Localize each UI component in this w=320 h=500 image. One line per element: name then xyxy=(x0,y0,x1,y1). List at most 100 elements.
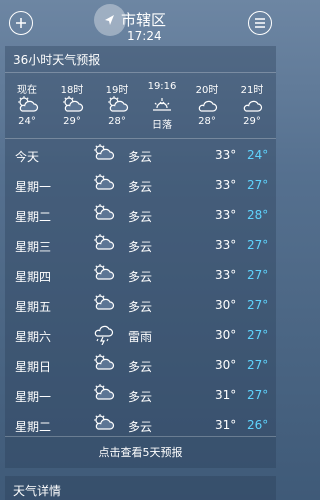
high-temp: 33° xyxy=(215,268,237,282)
hour-temp: 日落 xyxy=(152,120,172,131)
daily-row[interactable]: 星期一 多云 33° 27° xyxy=(5,172,276,202)
high-temp: 30° xyxy=(215,298,237,312)
low-temp: 27° xyxy=(247,328,269,342)
hour-item: 21时 29° xyxy=(230,81,274,127)
divider xyxy=(5,72,276,73)
partly-cloudy-icon xyxy=(91,293,115,315)
day-name: 星期一 xyxy=(15,390,52,404)
partly-cloudy-icon xyxy=(91,383,115,405)
day-name: 星期六 xyxy=(15,330,52,344)
hour-temp: 28° xyxy=(108,116,126,127)
low-temp: 27° xyxy=(247,268,269,282)
hour-label: 现在 xyxy=(17,85,37,96)
hour-label: 19:16 xyxy=(147,81,177,92)
hour-temp: 28° xyxy=(198,116,216,127)
condition-text: 多云 xyxy=(128,360,153,374)
high-temp: 31° xyxy=(215,418,237,432)
partly-cloudy-icon xyxy=(91,173,115,195)
partly-cloudy-icon xyxy=(50,95,94,113)
low-temp: 27° xyxy=(247,298,269,312)
daily-row[interactable]: 星期日 多云 30° 27° xyxy=(5,352,276,382)
day-name: 星期二 xyxy=(15,210,52,224)
forecast-36h-title: 36小时天气预报 xyxy=(13,53,101,67)
forecast-panel: 36小时天气预报 现在 24° 18时 29° 19时 28° 19:16 日落 20时 28° 2… xyxy=(5,46,276,468)
update-time: 17:24 xyxy=(127,29,162,43)
daily-row[interactable]: 星期六 雷雨 30° 27° xyxy=(5,322,276,352)
day-name: 星期日 xyxy=(15,360,52,374)
low-temp: 28° xyxy=(247,208,269,222)
high-temp: 33° xyxy=(215,238,237,252)
day-name: 星期五 xyxy=(15,300,52,314)
partly-cloudy-icon xyxy=(91,203,115,225)
low-temp: 24° xyxy=(247,148,269,162)
high-temp: 33° xyxy=(215,208,237,222)
day-name: 星期二 xyxy=(15,420,52,434)
hour-label: 20时 xyxy=(195,85,219,96)
partly-cloudy-icon xyxy=(91,143,115,165)
divider xyxy=(5,138,276,139)
daily-row[interactable]: 星期二 多云 33° 28° xyxy=(5,202,276,232)
cloudy-night-icon xyxy=(185,95,229,113)
day-name: 星期三 xyxy=(15,240,52,254)
low-temp: 27° xyxy=(247,178,269,192)
high-temp: 30° xyxy=(215,358,237,372)
partly-cloudy-icon xyxy=(91,263,115,285)
high-temp: 31° xyxy=(215,388,237,402)
condition-text: 多云 xyxy=(128,390,153,404)
hour-temp: 29° xyxy=(243,116,261,127)
sunset-icon xyxy=(140,95,184,113)
daily-row[interactable]: 星期一 多云 31° 27° xyxy=(5,382,276,412)
daily-row[interactable]: 星期三 多云 33° 27° xyxy=(5,232,276,262)
high-temp: 30° xyxy=(215,328,237,342)
weather-details-panel[interactable]: 天气详情 xyxy=(5,476,276,500)
cloudy-night-icon xyxy=(230,95,274,113)
day-name: 今天 xyxy=(15,150,40,164)
hamburger-icon xyxy=(255,18,265,28)
hour-label: 18时 xyxy=(60,85,84,96)
low-temp: 26° xyxy=(247,418,269,432)
condition-text: 多云 xyxy=(128,300,153,314)
hour-label: 21时 xyxy=(240,85,264,96)
hour-item: 18时 29° xyxy=(50,81,94,127)
daily-row[interactable]: 星期五 多云 30° 27° xyxy=(5,292,276,322)
low-temp: 27° xyxy=(247,388,269,402)
top-bar: 市辖区 17:24 xyxy=(0,0,281,46)
location-arrow-icon xyxy=(105,15,114,25)
daily-row[interactable]: 今天 多云 33° 24° xyxy=(5,142,276,172)
plus-icon xyxy=(16,18,26,28)
high-temp: 33° xyxy=(215,178,237,192)
daily-row[interactable]: 星期二 多云 31° 26° xyxy=(5,412,276,442)
daily-row[interactable]: 星期四 多云 33° 27° xyxy=(5,262,276,292)
partly-cloudy-icon xyxy=(91,233,115,255)
condition-text: 多云 xyxy=(128,270,153,284)
partly-cloudy-icon xyxy=(91,413,115,435)
divider xyxy=(5,436,276,437)
hour-item: 19时 28° xyxy=(95,81,139,127)
high-temp: 33° xyxy=(215,148,237,162)
condition-text: 多云 xyxy=(128,180,153,194)
low-temp: 27° xyxy=(247,358,269,372)
hour-temp: 29° xyxy=(63,116,81,127)
add-city-button[interactable] xyxy=(9,11,33,35)
partly-cloudy-icon xyxy=(91,353,115,375)
weather-details-title: 天气详情 xyxy=(13,484,62,498)
hour-label: 19时 xyxy=(105,85,129,96)
low-temp: 27° xyxy=(247,238,269,252)
thunderstorm-icon xyxy=(91,323,115,349)
condition-text: 多云 xyxy=(128,150,153,164)
hour-item: 现在 24° xyxy=(5,81,49,127)
partly-cloudy-icon xyxy=(5,95,49,113)
hour-item: 19:16 日落 xyxy=(140,81,184,131)
menu-button[interactable] xyxy=(248,11,272,35)
hour-temp: 24° xyxy=(18,116,36,127)
hour-item: 20时 28° xyxy=(185,81,229,127)
city-name[interactable]: 市辖区 xyxy=(121,9,166,30)
day-name: 星期一 xyxy=(15,180,52,194)
partly-cloudy-icon xyxy=(95,95,139,113)
condition-text: 多云 xyxy=(128,210,153,224)
condition-text: 多云 xyxy=(128,420,153,434)
condition-text: 雷雨 xyxy=(128,330,153,344)
condition-text: 多云 xyxy=(128,240,153,254)
five-day-forecast-link[interactable]: 点击查看5天预报 xyxy=(5,444,276,460)
day-name: 星期四 xyxy=(15,270,52,284)
